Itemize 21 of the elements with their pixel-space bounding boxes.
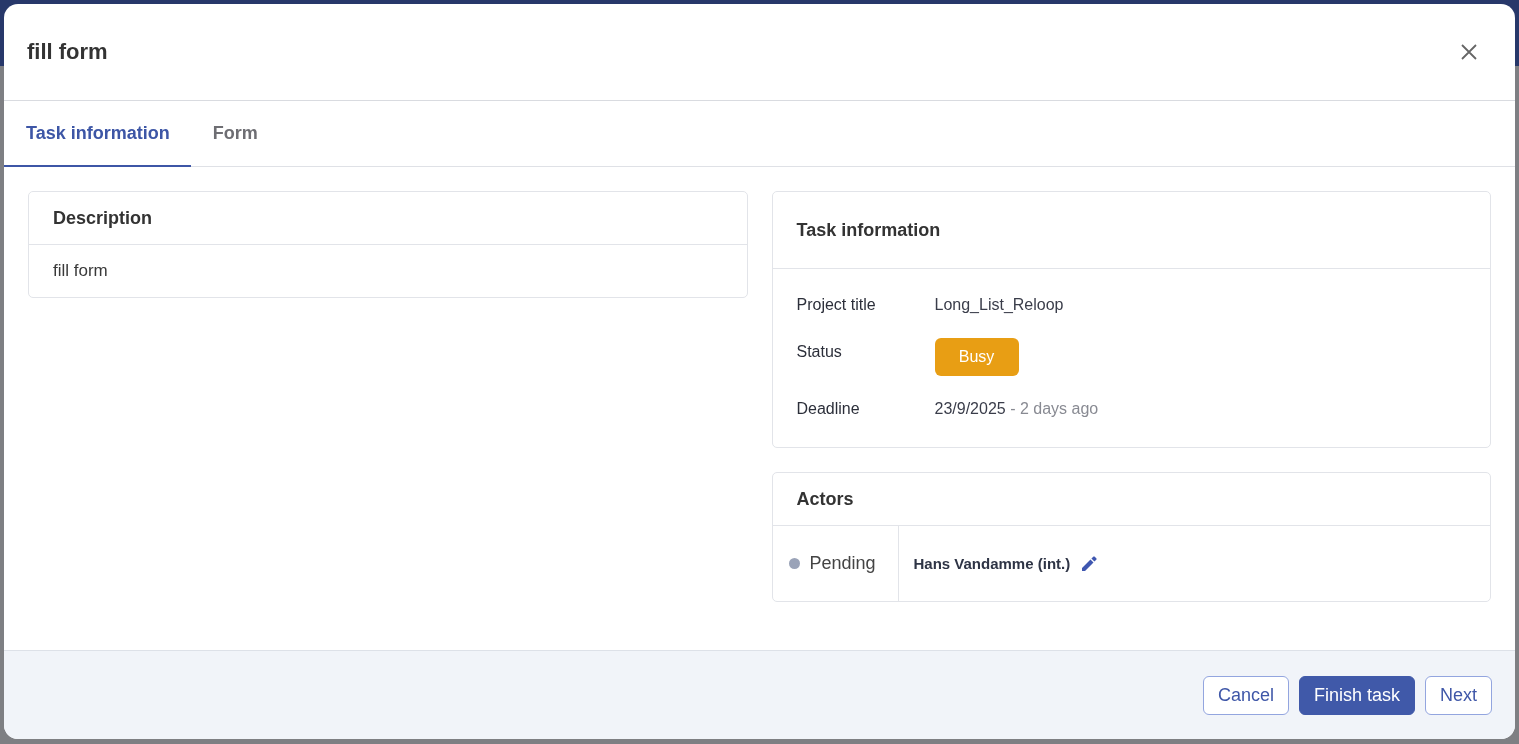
- card-title: Actors: [796, 488, 854, 510]
- card-title: Description: [53, 207, 153, 229]
- footer-button[interactable]: Cancel: [1202, 675, 1289, 715]
- deadline-relative: - 2 days ago: [1010, 400, 1099, 417]
- status-badge: Busy: [934, 338, 1019, 376]
- dialog-title: fill form: [27, 39, 108, 65]
- deadline-date: 23/9/2025: [934, 400, 1006, 417]
- description-text: fill form: [53, 261, 108, 281]
- field-label: Project title: [796, 295, 877, 315]
- footer-button[interactable]: Finish task: [1298, 675, 1415, 715]
- pencil-icon: [1082, 556, 1098, 571]
- actor-name: Hans Vandamme (int.): [913, 555, 1071, 572]
- footer-button[interactable]: Next: [1425, 675, 1492, 715]
- card-title: Task information: [796, 219, 941, 241]
- field-label: Deadline: [796, 399, 861, 419]
- tab[interactable]: Form: [190, 101, 279, 167]
- field-label: Status: [796, 342, 843, 362]
- field-value: Long_List_Reloop: [934, 295, 1064, 315]
- actor-status: Pending: [809, 553, 876, 574]
- tab[interactable]: Task information: [4, 101, 191, 167]
- close-icon: [1461, 44, 1477, 60]
